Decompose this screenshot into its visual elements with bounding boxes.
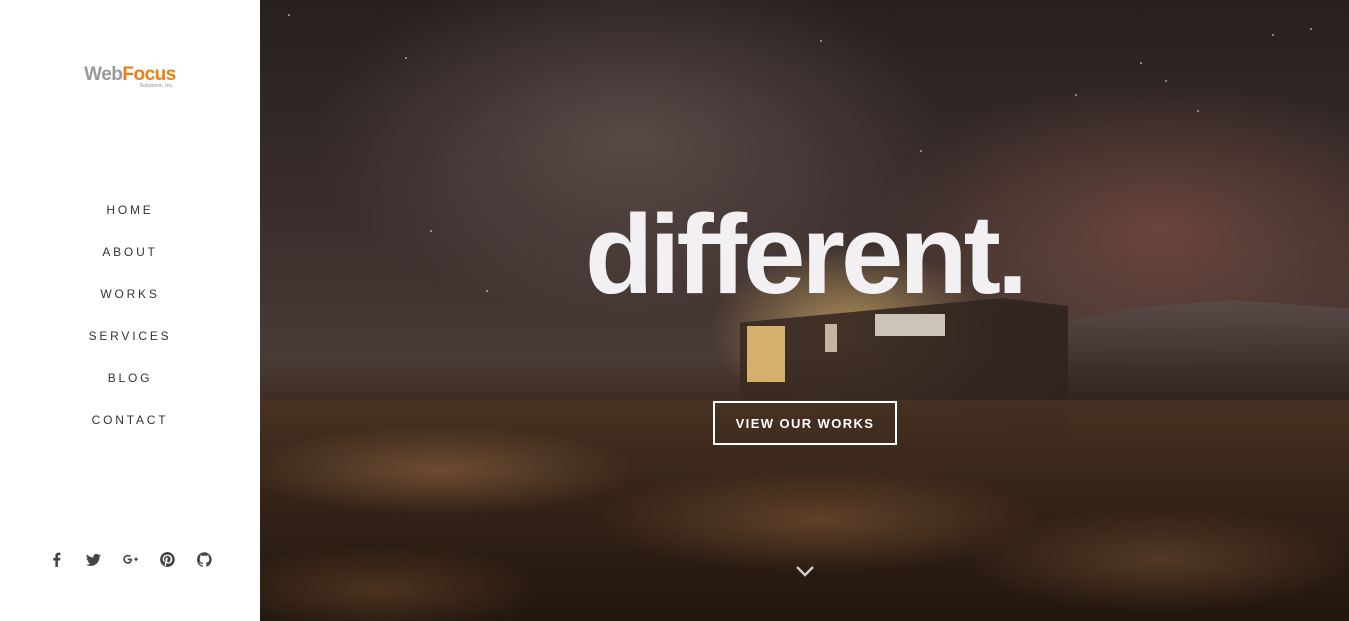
hero-section: different. VIEW OUR WORKS bbox=[260, 0, 1349, 621]
github-icon[interactable] bbox=[193, 548, 215, 570]
nav-item-label[interactable]: CONTACT bbox=[92, 413, 169, 427]
google-plus-icon[interactable] bbox=[119, 548, 141, 570]
nav-item-label[interactable]: SERVICES bbox=[89, 329, 172, 343]
hero-title: different. bbox=[584, 192, 1028, 317]
nav-item-blog[interactable]: BLOG bbox=[0, 368, 260, 410]
facebook-icon[interactable] bbox=[45, 548, 67, 570]
chevron-down-icon bbox=[796, 566, 814, 577]
nav-item-home[interactable]: HOME bbox=[0, 200, 260, 242]
social-links bbox=[0, 548, 260, 570]
sidebar: WebFocus Solutions, Inc. HOME ABOUT WORK… bbox=[0, 0, 260, 621]
nav-item-label[interactable]: BLOG bbox=[108, 371, 153, 385]
cabin-window bbox=[825, 324, 837, 352]
twitter-icon[interactable] bbox=[82, 548, 104, 570]
logo[interactable]: WebFocus Solutions, Inc. bbox=[0, 64, 260, 89]
main-nav: HOME ABOUT WORKS SERVICES BLOG CONTACT bbox=[0, 200, 260, 452]
scroll-down-button[interactable] bbox=[794, 561, 816, 581]
nav-item-services[interactable]: SERVICES bbox=[0, 326, 260, 368]
logo-web-text: Web bbox=[84, 64, 123, 85]
logo-focus-text: Focus bbox=[122, 64, 176, 85]
view-our-works-button[interactable]: VIEW OUR WORKS bbox=[713, 401, 897, 445]
cabin-window bbox=[747, 326, 785, 382]
pinterest-icon[interactable] bbox=[156, 548, 178, 570]
nav-item-contact[interactable]: CONTACT bbox=[0, 410, 260, 452]
nav-item-works[interactable]: WORKS bbox=[0, 284, 260, 326]
nav-item-label[interactable]: WORKS bbox=[100, 287, 159, 301]
nav-item-label[interactable]: HOME bbox=[106, 203, 153, 217]
nav-item-about[interactable]: ABOUT bbox=[0, 242, 260, 284]
nav-item-label[interactable]: ABOUT bbox=[102, 245, 157, 259]
